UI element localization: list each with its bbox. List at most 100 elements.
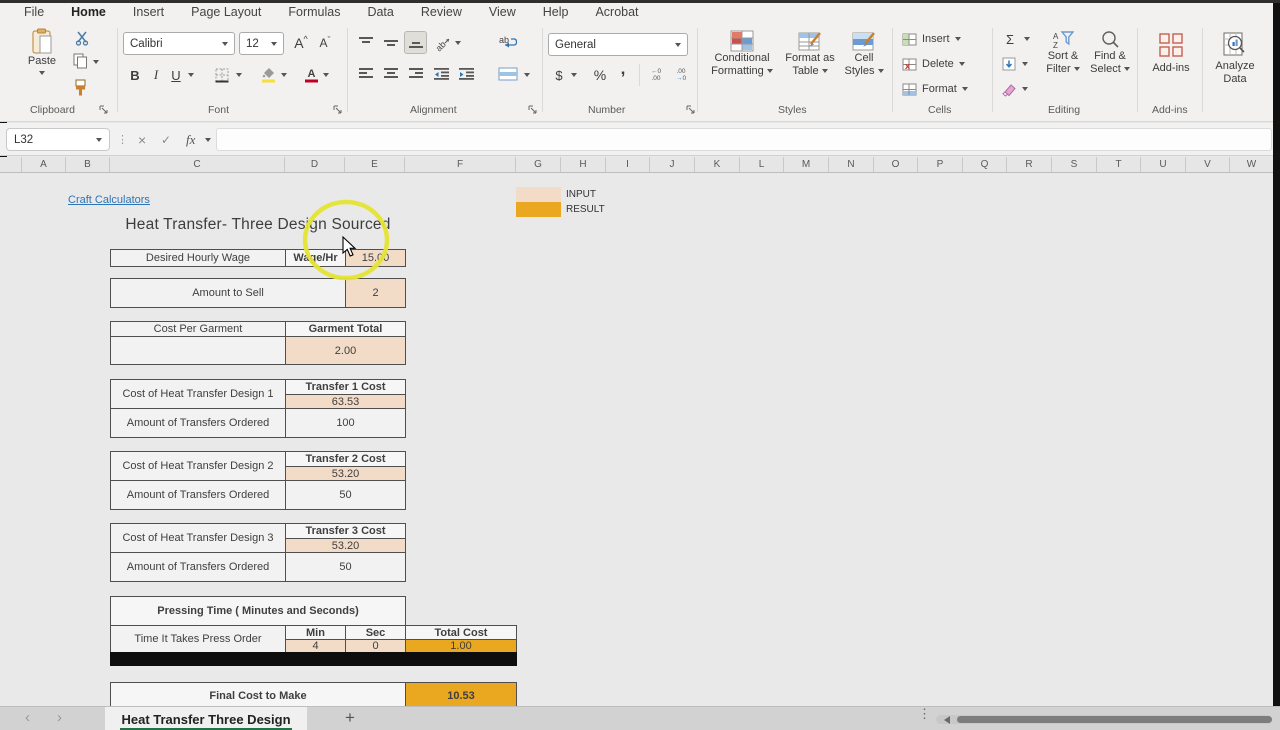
min-header-cell[interactable]: Min: [285, 625, 346, 640]
transfer3-cost-cell[interactable]: 53.20: [285, 538, 406, 553]
tab-data[interactable]: Data: [365, 4, 395, 20]
transfer2-header-cell[interactable]: Transfer 2 Cost: [285, 451, 406, 467]
column-header-C[interactable]: C: [110, 157, 285, 172]
formula-bar-handle[interactable]: ⋮: [117, 128, 128, 151]
column-header-S[interactable]: S: [1052, 157, 1097, 172]
bottom-align-button[interactable]: [404, 31, 427, 54]
enter-button[interactable]: ✓: [161, 128, 171, 151]
garment-empty-cell[interactable]: [110, 336, 286, 365]
fill-color-button[interactable]: [258, 64, 278, 86]
transfer3-label-cell[interactable]: Cost of Heat Transfer Design 3: [110, 523, 286, 553]
column-header-B[interactable]: B: [66, 157, 110, 172]
transfer2-cost-cell[interactable]: 53.20: [285, 466, 406, 481]
fill-dropdown-icon[interactable]: [1022, 62, 1028, 66]
font-color-dropdown-icon[interactable]: [323, 73, 329, 77]
transfer1-header-cell[interactable]: Transfer 1 Cost: [285, 379, 406, 395]
paste-button[interactable]: Paste: [18, 28, 66, 75]
decrease-decimal-button[interactable]: .00→0: [670, 64, 692, 86]
fill-button[interactable]: [1000, 55, 1018, 73]
min-value-cell[interactable]: 4: [285, 639, 346, 653]
font-name-combo[interactable]: Calibri: [123, 32, 235, 55]
pressing-title-cell[interactable]: Pressing Time ( Minutes and Seconds): [110, 596, 406, 626]
transfer1-amount-cell[interactable]: 100: [285, 408, 406, 438]
tab-page-layout[interactable]: Page Layout: [189, 4, 263, 20]
copy-dropdown-icon[interactable]: [93, 60, 99, 64]
increase-decimal-button[interactable]: ←0.00: [645, 64, 667, 86]
column-header-P[interactable]: P: [918, 157, 963, 172]
craft-calculators-link[interactable]: Craft Calculators: [68, 194, 150, 206]
name-box[interactable]: L32: [6, 128, 110, 151]
italic-button[interactable]: I: [149, 64, 163, 86]
merge-center-button[interactable]: [495, 64, 521, 84]
fx-dropdown-icon[interactable]: [205, 138, 211, 142]
tab-review[interactable]: Review: [419, 4, 464, 20]
transfer1-amount-label-cell[interactable]: Amount of Transfers Ordered: [110, 408, 286, 438]
amount-to-sell-label-cell[interactable]: Amount to Sell: [110, 278, 346, 308]
prev-sheet-button[interactable]: ‹: [25, 709, 30, 726]
tab-formulas[interactable]: Formulas: [286, 4, 342, 20]
amount-to-sell-value-cell[interactable]: 2: [345, 278, 406, 308]
transfer2-amount-cell[interactable]: 50: [285, 480, 406, 510]
underline-dropdown-icon[interactable]: [188, 73, 194, 77]
currency-button[interactable]: $: [551, 64, 567, 86]
column-header-H[interactable]: H: [561, 157, 606, 172]
tab-help[interactable]: Help: [541, 4, 571, 20]
column-header-I[interactable]: I: [606, 157, 650, 172]
sheet-tab-active[interactable]: Heat Transfer Three Design: [105, 707, 307, 730]
format-painter-button[interactable]: [70, 78, 90, 96]
conditional-formatting-button[interactable]: Conditional Formatting: [707, 30, 777, 78]
format-as-table-button[interactable]: Format as Table: [782, 30, 838, 78]
format-cells-button[interactable]: Format: [902, 80, 968, 98]
select-all-corner[interactable]: [0, 157, 22, 172]
transfer3-amount-cell[interactable]: 50: [285, 552, 406, 582]
middle-align-button[interactable]: [381, 33, 401, 53]
insert-cells-button[interactable]: Insert: [902, 30, 961, 48]
tab-home[interactable]: Home: [69, 4, 108, 20]
tab-file[interactable]: File: [22, 4, 46, 20]
add-ins-button[interactable]: Add-ins: [1143, 32, 1199, 75]
new-sheet-button[interactable]: +: [345, 708, 355, 728]
autosum-button[interactable]: Σ: [1000, 30, 1020, 48]
transfer2-label-cell[interactable]: Cost of Heat Transfer Design 2: [110, 451, 286, 481]
bold-button[interactable]: B: [126, 64, 144, 86]
tab-bar-options-icon[interactable]: ⋮: [918, 711, 931, 716]
clipboard-dialog-launcher-icon[interactable]: [99, 105, 109, 115]
horizontal-scrollbar-thumb[interactable]: [957, 716, 1272, 723]
transfer3-amount-label-cell[interactable]: Amount of Transfers Ordered: [110, 552, 286, 582]
total-cost-value-cell[interactable]: 1.00: [405, 639, 517, 653]
sec-value-cell[interactable]: 0: [345, 639, 406, 653]
fill-color-dropdown-icon[interactable]: [281, 73, 287, 77]
column-header-L[interactable]: L: [740, 157, 784, 172]
column-header-J[interactable]: J: [650, 157, 695, 172]
column-header-E[interactable]: E: [345, 157, 405, 172]
column-header-T[interactable]: T: [1097, 157, 1141, 172]
transfer3-header-cell[interactable]: Transfer 3 Cost: [285, 523, 406, 539]
find-select-button[interactable]: Find & Select: [1088, 30, 1132, 76]
garment-label-cell[interactable]: Cost Per Garment: [110, 321, 286, 337]
insert-function-button[interactable]: fx: [186, 128, 195, 151]
borders-dropdown-icon[interactable]: [236, 73, 242, 77]
wage-unit-cell[interactable]: Wage/Hr: [285, 249, 346, 267]
column-header-A[interactable]: A: [22, 157, 66, 172]
currency-dropdown-icon[interactable]: [571, 73, 577, 77]
cut-button[interactable]: [72, 30, 92, 46]
font-color-button[interactable]: A: [302, 64, 320, 86]
wage-label-cell[interactable]: Desired Hourly Wage: [110, 249, 286, 267]
garment-header-cell[interactable]: Garment Total: [285, 321, 406, 337]
column-header-U[interactable]: U: [1141, 157, 1186, 172]
column-header-G[interactable]: G: [516, 157, 561, 172]
comma-style-button[interactable]: ,: [616, 58, 630, 80]
paste-dropdown-icon[interactable]: [39, 71, 45, 75]
column-header-V[interactable]: V: [1186, 157, 1230, 172]
total-cost-header-cell[interactable]: Total Cost: [405, 625, 517, 640]
sheet-grid[interactable]: Craft Calculators Heat Transfer- Three D…: [0, 173, 1273, 706]
wage-value-cell[interactable]: 15.00: [345, 249, 406, 267]
name-box-dropdown-icon[interactable]: [96, 138, 102, 142]
transfer2-amount-label-cell[interactable]: Amount of Transfers Ordered: [110, 480, 286, 510]
shrink-font-button[interactable]: Aˇ: [314, 32, 336, 54]
orientation-dropdown-icon[interactable]: [455, 41, 461, 45]
align-left-button[interactable]: [356, 64, 376, 84]
sort-filter-button[interactable]: AZ Sort & Filter: [1040, 30, 1086, 76]
font-dialog-launcher-icon[interactable]: [333, 105, 343, 115]
pressing-row-label-cell[interactable]: Time It Takes Press Order: [110, 625, 286, 653]
